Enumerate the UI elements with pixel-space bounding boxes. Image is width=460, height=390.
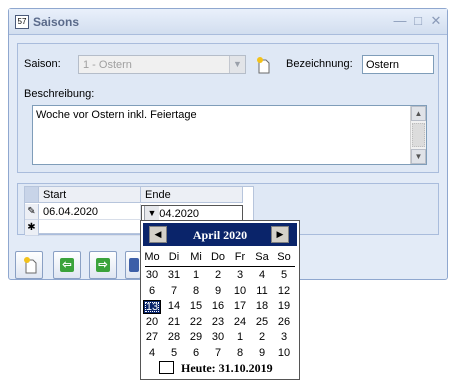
weekday-header: Do <box>210 251 226 263</box>
calendar-day[interactable]: 23 <box>207 316 229 328</box>
calendar-day[interactable]: 15 <box>185 300 207 312</box>
calendar-day[interactable]: 1 <box>229 331 251 343</box>
calendar-day[interactable]: 21 <box>163 316 185 328</box>
new-button[interactable] <box>15 251 43 279</box>
calendar-day[interactable]: 7 <box>207 347 229 359</box>
calendar-day[interactable]: 30 <box>141 269 163 281</box>
today-checkbox[interactable] <box>159 361 174 374</box>
new-saison-icon[interactable] <box>256 56 270 74</box>
column-header-ende[interactable]: Ende <box>141 187 243 203</box>
calendar-day[interactable]: 6 <box>141 285 163 297</box>
saison-label: Saison: <box>24 58 61 70</box>
maximize-button[interactable]: □ <box>411 13 425 29</box>
calendar-day[interactable]: 20 <box>141 316 163 328</box>
window-title: Saisons <box>33 15 80 29</box>
save-button[interactable] <box>125 251 141 279</box>
chevron-down-icon[interactable]: ▼ <box>229 56 245 73</box>
calendar-day[interactable]: 17 <box>229 300 251 312</box>
calendar-day-selected[interactable]: 13 <box>143 300 161 314</box>
calendar-day[interactable]: 5 <box>163 347 185 359</box>
calendar-day[interactable]: 5 <box>273 269 295 281</box>
saison-select[interactable]: 1 - Ostern ▼ <box>78 55 246 74</box>
calendar-day[interactable]: 24 <box>229 316 251 328</box>
vertical-scrollbar[interactable]: ▲ ▼ <box>410 106 426 164</box>
calendar-day[interactable]: 10 <box>229 285 251 297</box>
calendar-day[interactable]: 19 <box>273 300 295 312</box>
close-button[interactable]: ✕ <box>429 13 443 29</box>
save-icon <box>129 258 139 272</box>
column-label-ende: Ende <box>145 189 171 201</box>
today-label[interactable]: Heute: 31.10.2019 <box>181 361 273 376</box>
calendar-day[interactable]: 6 <box>185 347 207 359</box>
forward-button[interactable]: ⇨ <box>89 251 117 279</box>
calendar-day[interactable]: 22 <box>185 316 207 328</box>
calendar-day[interactable]: 30 <box>207 331 229 343</box>
pencil-icon: ✎ <box>25 204 39 220</box>
calendar-day[interactable]: 25 <box>251 316 273 328</box>
weekday-header: Di <box>168 251 180 263</box>
calendar-day[interactable]: 2 <box>251 331 273 343</box>
weekday-divider <box>145 266 295 267</box>
calendar-day[interactable]: 8 <box>229 347 251 359</box>
weekday-header: Sa <box>255 251 269 263</box>
grid-corner <box>25 187 39 203</box>
calendar-day[interactable]: 1 <box>185 269 207 281</box>
scroll-down-icon[interactable]: ▼ <box>411 149 426 164</box>
calendar-day[interactable]: 28 <box>163 331 185 343</box>
forward-arrow-icon: ⇨ <box>96 258 110 272</box>
table-row-start-cell[interactable]: 06.04.2020 <box>39 204 141 220</box>
calendar-day[interactable]: 2 <box>207 269 229 281</box>
prev-month-button[interactable]: ◀ <box>149 226 167 243</box>
calendar-day[interactable]: 31 <box>163 269 185 281</box>
back-button[interactable]: ⇦ <box>53 251 81 279</box>
calendar-day[interactable]: 3 <box>273 331 295 343</box>
calendar-day[interactable]: 10 <box>273 347 295 359</box>
weekday-header: Fr <box>234 251 246 263</box>
bezeichnung-input[interactable]: Ostern <box>362 55 434 74</box>
next-month-button[interactable]: ▶ <box>271 226 289 243</box>
column-header-start[interactable]: Start <box>39 187 141 203</box>
minimize-button[interactable]: — <box>393 13 407 29</box>
column-label-start: Start <box>43 189 67 201</box>
date-picker-calendar: April 2020 ◀ ▶ Mo Di Mi Do Fr Sa So 30 31 1 2 3 4 5 6 7… <box>140 220 300 380</box>
beschreibung-value: Woche vor Ostern inkl. Feiertage <box>36 109 197 121</box>
title-bar[interactable]: 57 Saisons — □ ✕ <box>9 9 447 35</box>
calendar-day[interactable]: 11 <box>251 285 273 297</box>
calendar-day[interactable]: 9 <box>251 347 273 359</box>
calendar-day[interactable]: 14 <box>163 300 185 312</box>
weekday-header: So <box>277 251 291 263</box>
calendar-day[interactable]: 4 <box>251 269 273 281</box>
calendar-day[interactable]: 26 <box>273 316 295 328</box>
back-arrow-icon: ⇦ <box>60 258 74 272</box>
weekday-header: Mo <box>144 251 160 263</box>
app-icon: 57 <box>15 15 29 29</box>
calendar-day[interactable]: 18 <box>251 300 273 312</box>
beschreibung-textarea[interactable]: Woche vor Ostern inkl. Feiertage ▲ ▼ <box>32 105 427 165</box>
calendar-day[interactable]: 4 <box>141 347 163 359</box>
beschreibung-label: Beschreibung: <box>24 88 95 100</box>
bezeichnung-value: Ostern <box>366 59 400 71</box>
calendar-day[interactable]: 16 <box>207 300 229 312</box>
calendar-day[interactable]: 9 <box>207 285 229 297</box>
today-row[interactable]: Heute: 31.10.2019 <box>159 360 299 376</box>
calendar-day[interactable]: 3 <box>229 269 251 281</box>
calendar-day[interactable]: 29 <box>185 331 207 343</box>
details-panel: Saison: 1 - Ostern ▼ Bezeichnung: Ostern… <box>17 43 439 173</box>
new-row-start-cell[interactable] <box>39 220 141 236</box>
new-icon <box>24 257 37 274</box>
chevron-down-icon[interactable]: ▼ <box>144 206 159 221</box>
scroll-up-icon[interactable]: ▲ <box>411 106 426 121</box>
new-row-icon: ✱ <box>25 220 39 236</box>
start-value: 06.04.2020 <box>43 206 99 218</box>
calendar-day[interactable]: 27 <box>141 331 163 343</box>
calendar-day[interactable]: 7 <box>163 285 185 297</box>
calendar-header: April 2020 ◀ ▶ <box>143 223 297 246</box>
bezeichnung-label: Bezeichnung: <box>286 58 353 70</box>
calendar-day[interactable]: 12 <box>273 285 295 297</box>
weekday-header: Mi <box>190 251 202 263</box>
saison-value: 1 - Ostern <box>83 59 132 71</box>
scroll-thumb[interactable] <box>412 123 425 147</box>
calendar-day[interactable]: 8 <box>185 285 207 297</box>
